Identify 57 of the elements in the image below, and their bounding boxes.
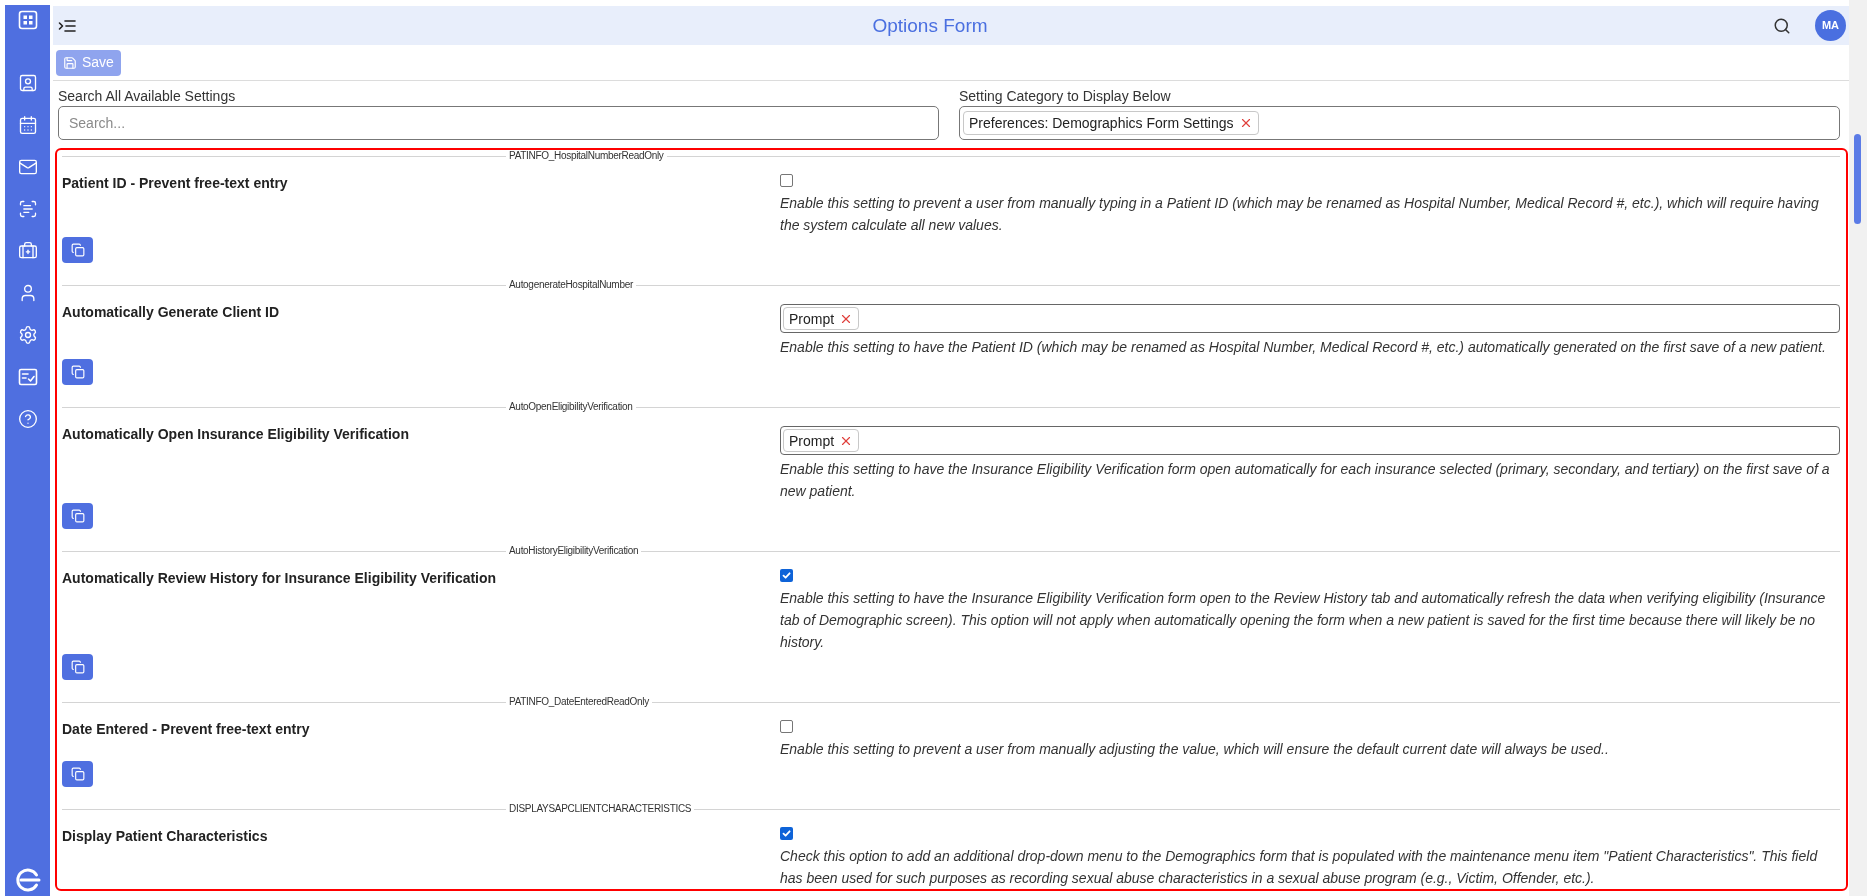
- tag-label: Prompt: [789, 309, 835, 328]
- setting-code: DISPLAYSAPCLIENTCHARACTERISTICS: [508, 803, 693, 815]
- search-field[interactable]: Search...: [58, 106, 939, 140]
- help-icon[interactable]: [17, 409, 38, 429]
- medical-kit-icon[interactable]: [17, 241, 38, 261]
- copy-button[interactable]: [62, 654, 93, 680]
- field-label: Setting Category to Display Below: [959, 87, 1172, 106]
- tag-label: Prompt: [789, 431, 835, 450]
- select-field[interactable]: Prompt: [780, 426, 1840, 455]
- scrollbar-thumb[interactable]: [1854, 134, 1861, 224]
- grid-icon[interactable]: [17, 10, 38, 30]
- copy-button[interactable]: [62, 359, 93, 385]
- setting-title: Date Entered - Prevent free-text entry: [62, 721, 310, 737]
- logo-icon[interactable]: [14, 867, 41, 893]
- checkbox[interactable]: [780, 569, 793, 582]
- field-label: Search All Available Settings: [58, 87, 237, 106]
- scan-document-icon[interactable]: [17, 199, 38, 219]
- setting-code: AutoHistoryEligibilityVerification: [508, 545, 640, 557]
- setting-code: AutoOpenEligibilityVerification: [508, 401, 634, 413]
- user-card-icon[interactable]: [17, 73, 38, 93]
- copy-icon: [70, 365, 85, 379]
- checkbox[interactable]: [780, 174, 793, 187]
- setting-code: PATINFO_HospitalNumberReadOnly: [508, 150, 665, 162]
- copy-button[interactable]: [62, 761, 93, 787]
- setting-description: Check this option to add an additional drop-down menu to the Demographics form that is populated with the maintenance menu item "Patient Characteristics". This field has been used for such purposes as recording sexual abuse characteristics in a sexual abuse program (e.g., Victim, Offender, etc.).: [780, 847, 1819, 888]
- setting-code: AutogenerateHospitalNumber: [508, 279, 634, 291]
- copy-button[interactable]: [62, 503, 93, 529]
- copy-button[interactable]: [62, 237, 93, 263]
- user-avatar[interactable]: MA: [1815, 10, 1846, 41]
- menu-icon[interactable]: [58, 18, 76, 33]
- tag-label: Preferences: Demographics Form Settings: [969, 114, 1234, 132]
- setting-title: Display Patient Characteristics: [62, 828, 268, 844]
- calendar-icon[interactable]: [17, 115, 38, 135]
- search-icon[interactable]: [1773, 16, 1791, 35]
- setting-description: Enable this setting to prevent a user from manually adjusting the value, which will ensure the default current date will always be used..: [780, 740, 1610, 759]
- setting-code: PATINFO_DateEnteredReadOnly: [508, 696, 650, 708]
- setting-description: Enable this setting to have the Patient ID (which may be renamed as Hospital Number, Medical Record #, etc.) automatically generated on the first save of a new patient.: [780, 338, 1827, 357]
- setting-title: Automatically Generate Client ID: [62, 304, 280, 320]
- settings-icon[interactable]: [17, 325, 38, 345]
- setting-description: Enable this setting to have the Insurance Eligibility Verification form open to the Review History tab and automatically refresh the data when verifying eligibility (Insurance tab of Demographic screen). This option will not apply when automatically opening the form when a new patient is saved for the first time because there will likely be no history.: [780, 589, 1827, 652]
- checklist-icon[interactable]: [17, 367, 38, 387]
- mail-icon[interactable]: [17, 157, 38, 177]
- page-title: Options Form: [872, 13, 988, 38]
- checkbox[interactable]: [780, 827, 793, 840]
- setting-title: Patient ID - Prevent free-text entry: [62, 175, 288, 191]
- setting-title: Automatically Open Insurance Eligibility Verification: [62, 426, 409, 442]
- setting-title: Automatically Review History for Insurance Eligibility Verification: [62, 570, 497, 586]
- category-select-field[interactable]: Preferences: Demographics Form Settings: [959, 106, 1840, 140]
- setting-description: Enable this setting to prevent a user from manually typing in a Patient ID (which may be renamed as Hospital Number, Medical Record #, etc.), which will require having the system calculate all new values.: [780, 194, 1820, 235]
- copy-icon: [70, 660, 85, 674]
- checkbox[interactable]: [780, 720, 793, 733]
- select-field[interactable]: Prompt: [780, 304, 1840, 333]
- copy-icon: [70, 243, 85, 257]
- copy-icon: [70, 509, 85, 523]
- save-icon: [63, 55, 77, 70]
- setting-description: Enable this setting to have the Insurance Eligibility Verification form open automatically for each insurance selected (primary, secondary, and tertiary) on the first save of a new patient.: [780, 460, 1831, 501]
- copy-icon: [70, 767, 85, 781]
